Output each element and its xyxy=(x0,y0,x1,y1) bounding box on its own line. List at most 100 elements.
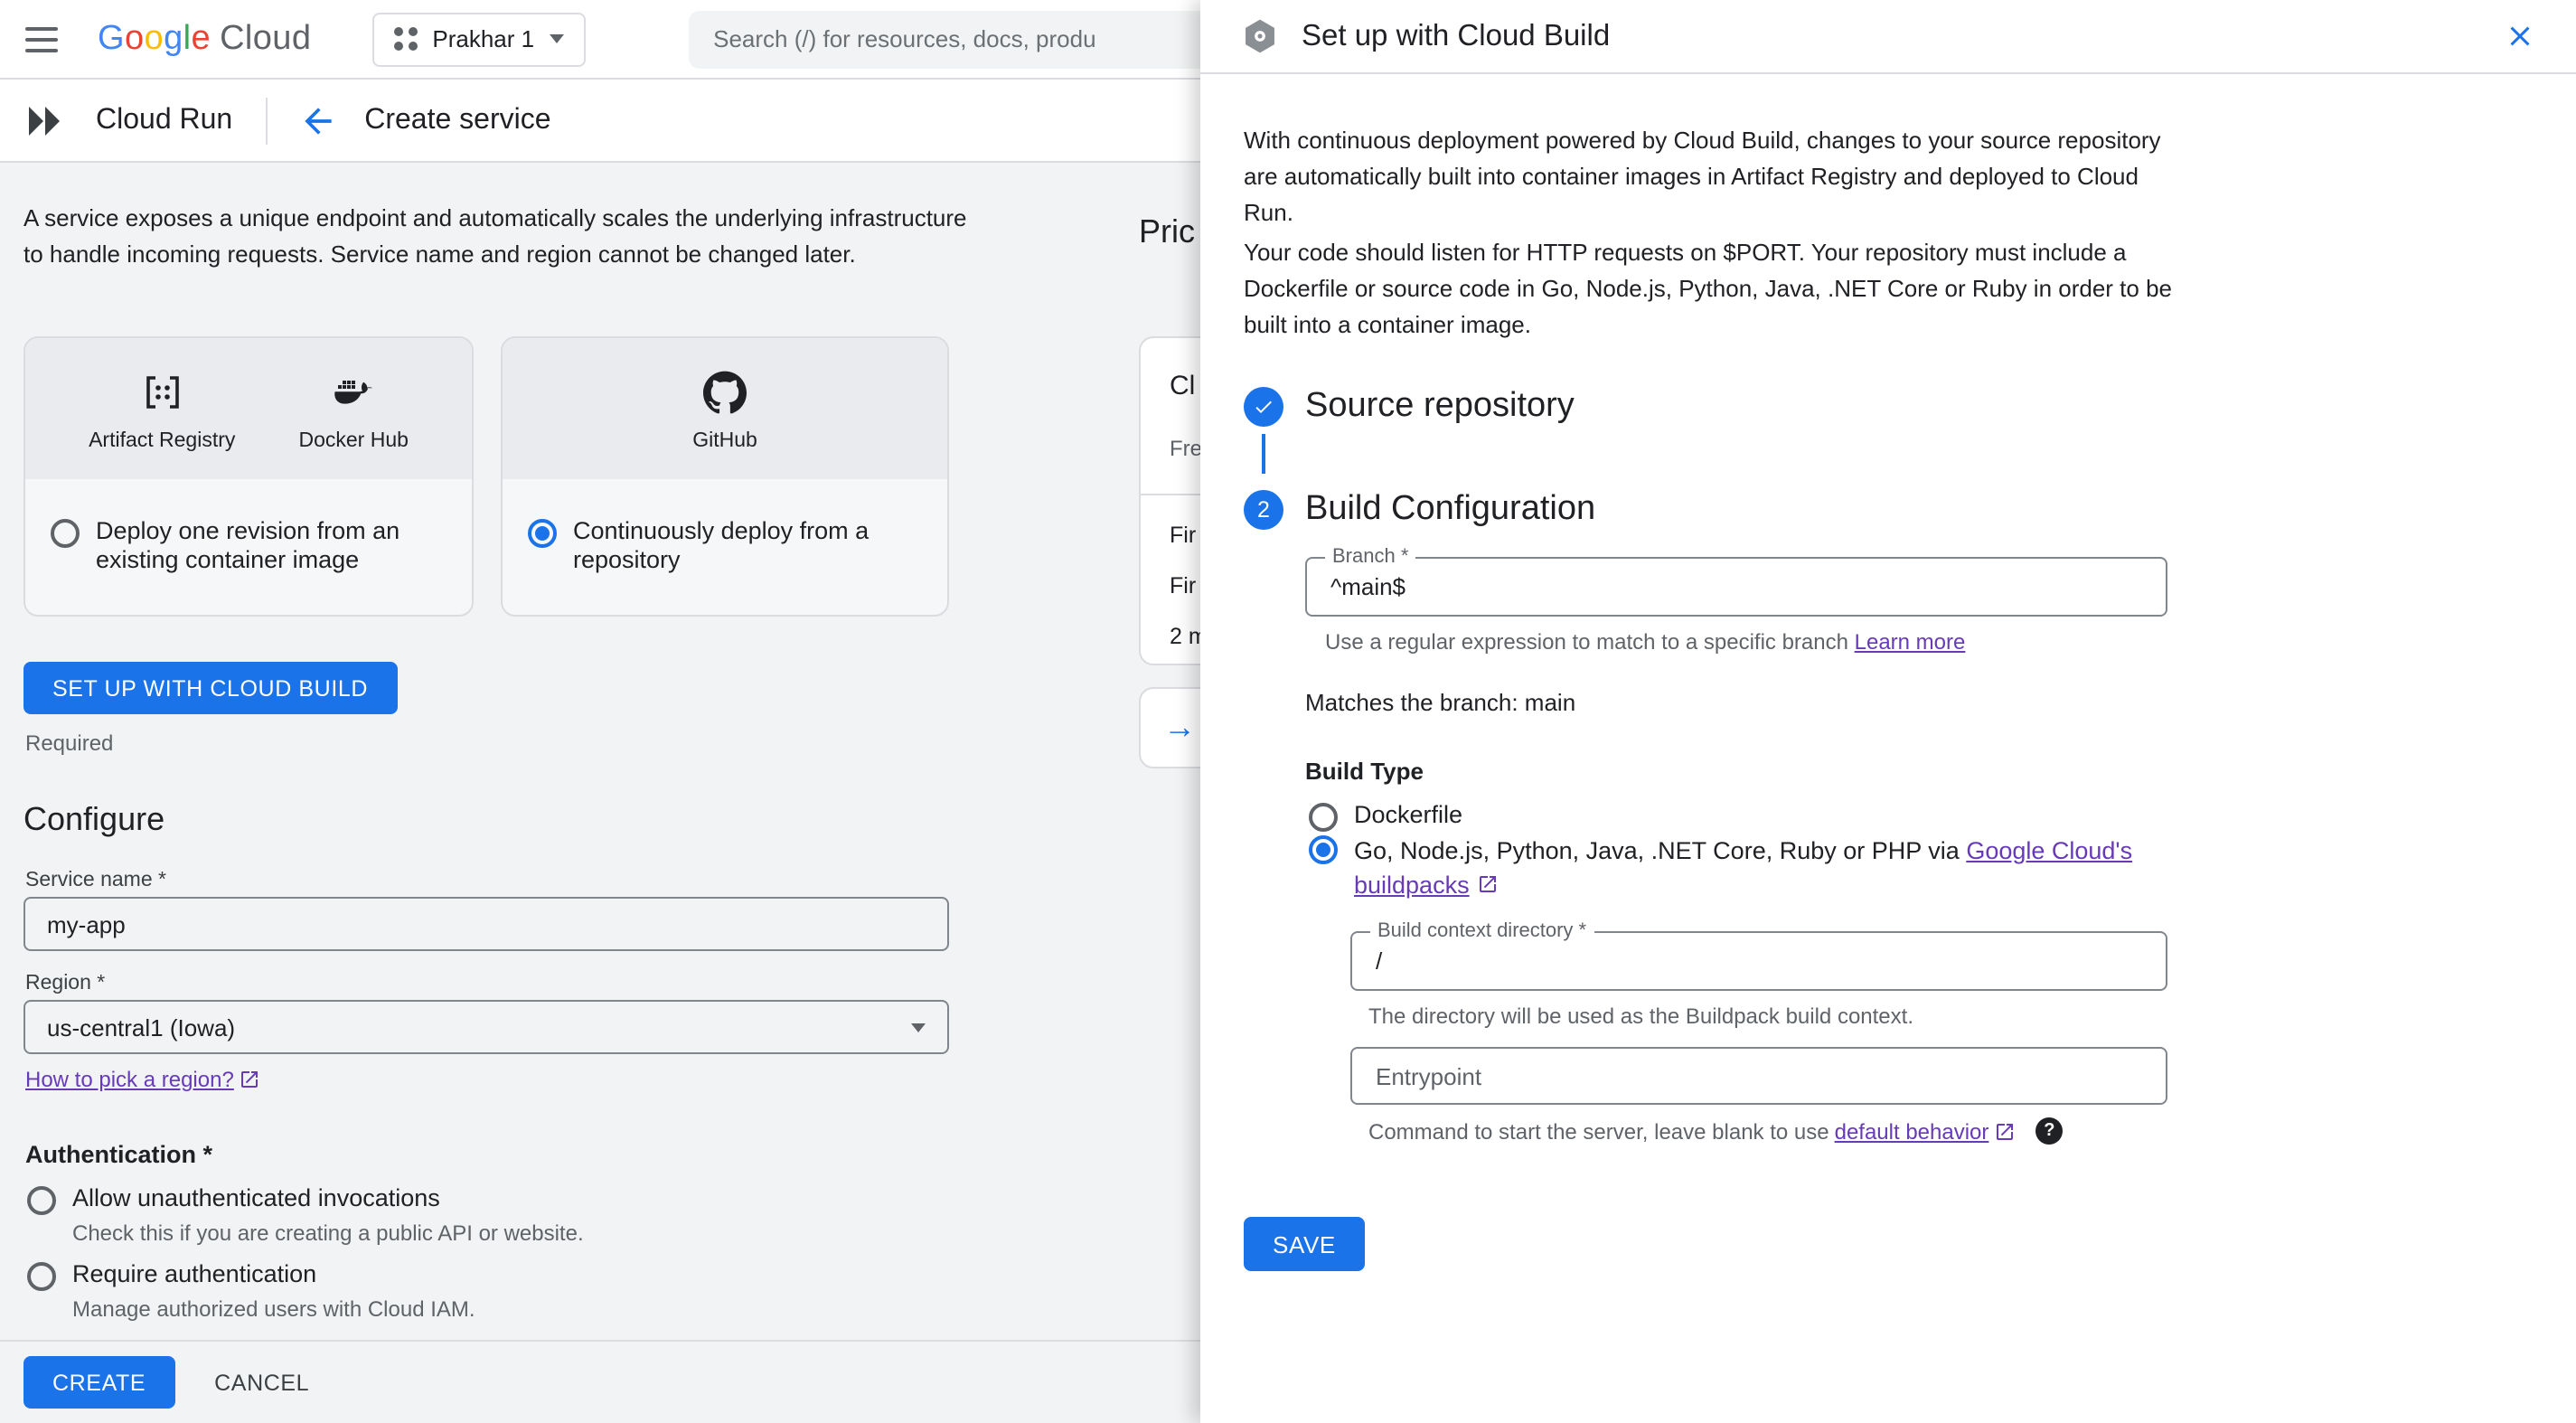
external-link-icon xyxy=(1997,1123,2014,1139)
registry-icons: Artifact Registry Docker Hub xyxy=(25,338,472,479)
build-type-label: Build Type xyxy=(1305,758,1424,785)
panel-intro-paragraph: With continuous deployment powered by Cl… xyxy=(1244,127,2161,226)
pricing-row: Fir xyxy=(1170,573,1197,598)
radio-button[interactable] xyxy=(27,1262,56,1291)
radio-button[interactable] xyxy=(528,519,557,548)
learn-more-link[interactable]: Learn more xyxy=(1855,629,1966,655)
step-check-icon xyxy=(1244,387,1283,427)
radio-button[interactable] xyxy=(1309,803,1338,832)
github-icon xyxy=(702,371,747,414)
artifact-registry-icon xyxy=(146,376,179,409)
close-icon[interactable] xyxy=(2504,20,2536,52)
pricing-row: Fir xyxy=(1170,523,1197,548)
branch-field[interactable]: Branch * xyxy=(1305,547,2167,617)
google-cloud-console: Google Cloud Prakhar 1 Cloud Run Create … xyxy=(0,0,2576,1423)
region-value: us-central1 (Iowa) xyxy=(47,1013,236,1041)
step-build-configuration: 2 Build Configuration xyxy=(1244,490,1595,530)
required-note: Required xyxy=(25,730,114,756)
continuous-deploy-label: Continuously deploy from a repository xyxy=(573,517,870,573)
google-cloud-logo[interactable]: Google Cloud xyxy=(98,19,311,59)
panel-header: Set up with Cloud Build xyxy=(1200,0,2576,74)
deploy-revision-label: Deploy one revision from an existing con… xyxy=(96,517,400,573)
branch-helper: Use a regular expression to match to a s… xyxy=(1325,629,1965,655)
require-authentication-label: Require authentication xyxy=(72,1260,317,1287)
pricing-card-title: Cl xyxy=(1170,371,1196,401)
panel-intro: With continuous deployment powered by Cl… xyxy=(1244,123,2193,344)
service-name-field[interactable] xyxy=(24,897,949,951)
service-name-label: Service name * xyxy=(25,870,166,891)
github-option: GitHub xyxy=(692,371,757,452)
radio-button[interactable] xyxy=(27,1186,56,1215)
chevron-down-icon xyxy=(911,1022,926,1032)
project-name: Prakhar 1 xyxy=(432,25,535,52)
service-intro-text: A service exposes a unique endpoint and … xyxy=(24,204,967,268)
external-link-icon xyxy=(241,1071,259,1088)
entrypoint-helper-text: Command to start the server, leave blank… xyxy=(1368,1118,1829,1144)
divider xyxy=(265,97,268,144)
entrypoint-helper: Command to start the server, leave blank… xyxy=(1368,1117,2064,1145)
artifact-registry-label: Artifact Registry xyxy=(89,430,236,452)
require-authentication-desc: Manage authorized users with Cloud IAM. xyxy=(72,1296,475,1322)
create-button[interactable]: CREATE xyxy=(24,1356,175,1409)
buildpacks-option[interactable]: Go, Node.js, Python, Java, .NET Core, Ru… xyxy=(1309,834,2176,902)
cloud-build-icon xyxy=(1246,19,1274,53)
radio-button[interactable] xyxy=(51,519,80,548)
product-title: Cloud Run xyxy=(96,104,233,135)
entrypoint-input[interactable] xyxy=(1352,1049,2166,1103)
build-context-field[interactable]: Build context directory * xyxy=(1350,921,2167,991)
step-source-repository: Source repository xyxy=(1244,387,1575,427)
continuous-deploy-option[interactable]: Continuously deploy from a repository xyxy=(503,479,947,575)
radio-button[interactable] xyxy=(1309,835,1338,864)
build-context-helper: The directory will be used as the Buildp… xyxy=(1368,1004,1913,1029)
repo-icons: GitHub xyxy=(503,338,947,479)
help-icon[interactable]: ? xyxy=(2035,1117,2064,1145)
repository-card: GitHub Continuously deploy from a reposi… xyxy=(501,336,949,617)
region-help-link[interactable]: How to pick a region? xyxy=(25,1067,261,1092)
cloud-build-panel: Set up with Cloud Build With continuous … xyxy=(1200,0,2576,1423)
setup-cloud-build-button[interactable]: SET UP WITH CLOUD BUILD xyxy=(24,662,398,714)
docker-hub-icon xyxy=(334,381,372,404)
page-title: Create service xyxy=(364,104,551,135)
region-select[interactable]: us-central1 (Iowa) xyxy=(24,1000,949,1054)
authentication-heading: Authentication * xyxy=(25,1141,212,1168)
panel-body: With continuous deployment powered by Cl… xyxy=(1200,74,2576,1423)
dockerfile-label: Dockerfile xyxy=(1354,801,1463,828)
configure-heading: Configure xyxy=(24,801,165,837)
chevron-down-icon xyxy=(549,34,564,43)
cloud-wordmark: Cloud xyxy=(220,19,312,57)
branch-helper-text: Use a regular expression to match to a s… xyxy=(1325,629,1855,655)
deploy-source-cards: Artifact Registry Docker Hub Deploy one … xyxy=(24,336,949,617)
step-title: Build Configuration xyxy=(1305,490,1596,528)
build-context-label: Build context directory * xyxy=(1370,921,1594,942)
project-icon xyxy=(394,27,418,51)
save-button[interactable]: SAVE xyxy=(1244,1217,1365,1271)
branch-field-label: Branch * xyxy=(1325,547,1416,568)
panel-intro-paragraph: Your code should listen for HTTP request… xyxy=(1244,239,2172,338)
pricing-next-arrow-icon: → xyxy=(1163,709,1196,745)
default-behavior-link[interactable]: default behavior xyxy=(1835,1118,1989,1144)
buildpacks-label: Go, Node.js, Python, Java, .NET Core, Ru… xyxy=(1354,834,2176,902)
step-connector xyxy=(1262,434,1265,474)
branch-input[interactable] xyxy=(1307,559,2166,615)
panel-title: Set up with Cloud Build xyxy=(1302,19,1611,52)
github-label: GitHub xyxy=(692,430,757,452)
dockerfile-option[interactable]: Dockerfile xyxy=(1309,801,1462,832)
menu-icon[interactable] xyxy=(25,26,58,52)
cancel-button[interactable]: CANCEL xyxy=(214,1370,309,1395)
allow-unauthenticated-label: Allow unauthenticated invocations xyxy=(72,1184,440,1211)
step-title: Source repository xyxy=(1305,387,1575,425)
entrypoint-field[interactable] xyxy=(1350,1047,2167,1105)
back-arrow-icon[interactable] xyxy=(297,100,337,140)
docker-hub-option: Docker Hub xyxy=(298,371,409,452)
deploy-revision-option[interactable]: Deploy one revision from an existing con… xyxy=(25,479,472,575)
step-number: 2 xyxy=(1244,490,1283,530)
allow-unauthenticated-desc: Check this if you are creating a public … xyxy=(72,1220,584,1246)
artifact-registry-option: Artifact Registry xyxy=(89,371,235,452)
require-authentication-option[interactable]: Require authentication Manage authorized… xyxy=(27,1260,475,1322)
pricing-card-subtitle: Fre xyxy=(1170,436,1202,461)
project-selector[interactable]: Prakhar 1 xyxy=(372,12,586,66)
buildpacks-label-prefix: Go, Node.js, Python, Java, .NET Core, Ru… xyxy=(1354,837,1967,864)
region-help-link-text[interactable]: How to pick a region? xyxy=(25,1067,234,1092)
branch-match-note: Matches the branch: main xyxy=(1305,689,1576,716)
allow-unauthenticated-option[interactable]: Allow unauthenticated invocations Check … xyxy=(27,1184,584,1246)
